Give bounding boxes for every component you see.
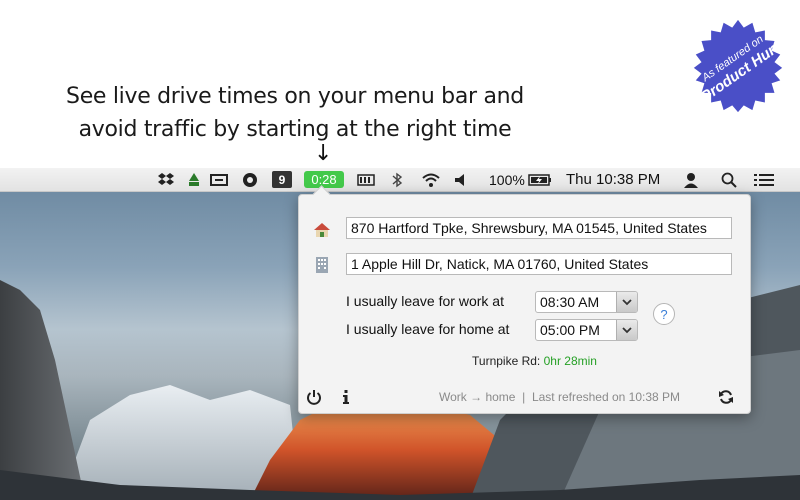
route-time: 0hr 28min: [543, 354, 597, 368]
list-icon[interactable]: [754, 168, 774, 191]
battery-icon[interactable]: [528, 168, 552, 191]
volume-icon[interactable]: [452, 168, 468, 191]
leave-work-label: I usually leave for work at: [346, 293, 504, 309]
footer-status: Work → home | Last refreshed on 10:38 PM: [439, 390, 680, 404]
notification-badge[interactable]: 9: [272, 171, 292, 188]
wifi-icon[interactable]: [420, 168, 442, 191]
down-arrow-icon: ↓: [314, 141, 333, 166]
last-refreshed-label: Last refreshed on 10:38 PM: [531, 390, 681, 404]
info-icon[interactable]: [337, 388, 355, 406]
menu-clock[interactable]: Thu 10:38 PM: [566, 168, 660, 191]
chevron-down-icon: [616, 292, 637, 312]
leave-home-label: I usually leave for home at: [346, 321, 510, 337]
direction-label: Work → home: [439, 390, 516, 404]
user-icon[interactable]: [682, 168, 700, 191]
circle-a-icon[interactable]: [240, 168, 260, 191]
leave-work-time-value: 08:30 AM: [540, 294, 600, 310]
headline-line-1: See live drive times on your menu bar an…: [66, 84, 524, 109]
drive-time-indicator[interactable]: 0:28: [304, 171, 344, 188]
dropbox-icon[interactable]: [156, 168, 176, 191]
help-button[interactable]: ?: [653, 303, 675, 325]
headline-line-2: avoid traffic by starting at the right t…: [78, 117, 512, 142]
work-address-field[interactable]: 1 Apple Hill Dr, Natick, MA 01760, Unite…: [346, 253, 732, 275]
memory-icon[interactable]: [356, 168, 376, 191]
recycle-icon[interactable]: [184, 168, 204, 191]
leave-home-time-select[interactable]: 05:00 PM: [535, 319, 638, 341]
leave-home-time-value: 05:00 PM: [540, 322, 600, 338]
drive-time-popover: 870 Hartford Tpke, Shrewsbury, MA 01545,…: [298, 194, 751, 414]
leave-work-time-select[interactable]: 08:30 AM: [535, 291, 638, 313]
search-icon[interactable]: [720, 168, 738, 191]
chevron-down-icon: [616, 320, 637, 340]
footer-separator: |: [522, 390, 526, 404]
power-icon[interactable]: [305, 388, 323, 406]
menu-bar: 9 0:28 100% Thu 10:38 PM: [0, 168, 800, 192]
route-summary: Turnpike Rd: 0hr 28min: [299, 354, 750, 368]
refresh-icon[interactable]: [717, 388, 735, 406]
bluetooth-icon[interactable]: [388, 168, 406, 191]
battery-percentage[interactable]: 100%: [489, 168, 525, 191]
headline: See live drive times on your menu bar an…: [60, 80, 530, 146]
home-icon: [314, 223, 330, 237]
office-building-icon: [316, 257, 328, 273]
home-address-field[interactable]: 870 Hartford Tpke, Shrewsbury, MA 01545,…: [346, 217, 732, 239]
route-label: Turnpike Rd:: [472, 354, 541, 368]
grid-icon[interactable]: [208, 168, 230, 191]
